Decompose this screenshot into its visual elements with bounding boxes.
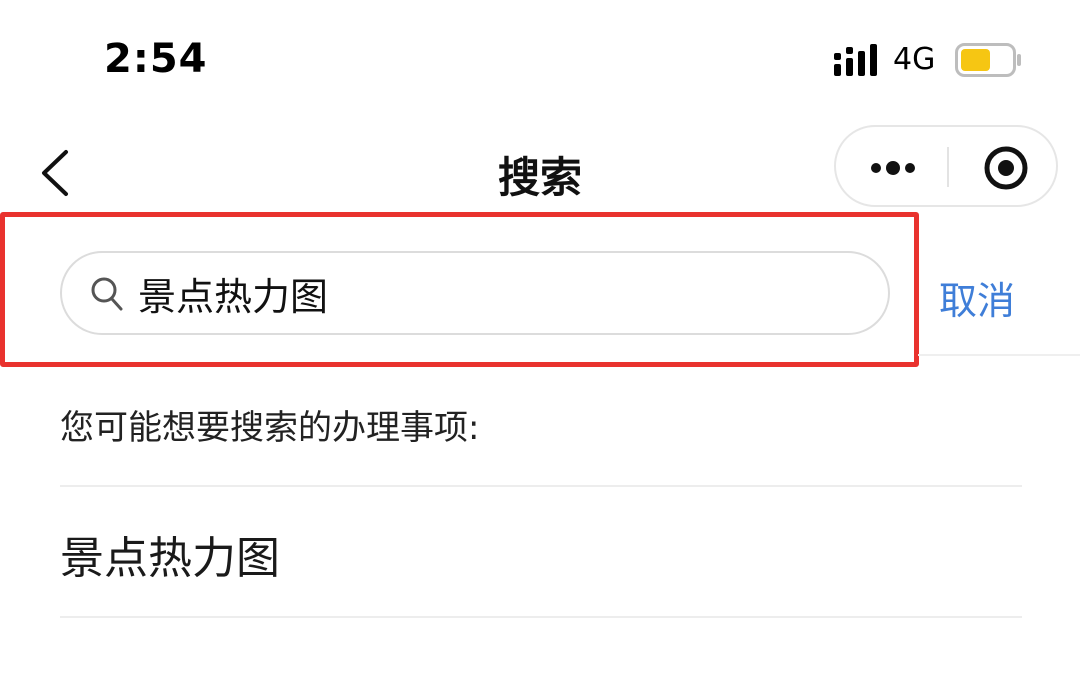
signal-icon (834, 44, 877, 76)
divider (60, 485, 1022, 487)
divider (918, 354, 1080, 356)
capsule-divider (947, 147, 949, 187)
record-target-icon[interactable] (950, 127, 1058, 205)
suggestion-hint: 您可能想要搜索的办理事项: (60, 408, 480, 448)
screen: 2:54 4G 搜索 取消 (0, 0, 1080, 689)
search-bar[interactable] (60, 251, 890, 335)
mini-program-capsule (834, 125, 1058, 207)
status-time: 2:54 (104, 36, 208, 82)
more-dots-icon[interactable] (836, 127, 946, 205)
list-item[interactable]: 景点热力图 (60, 522, 280, 586)
search-input[interactable] (138, 267, 858, 319)
search-icon (91, 277, 123, 311)
cancel-button[interactable]: 取消 (939, 270, 1015, 325)
battery-icon (955, 43, 1021, 77)
divider (60, 616, 1022, 618)
network-type: 4G (893, 42, 936, 77)
